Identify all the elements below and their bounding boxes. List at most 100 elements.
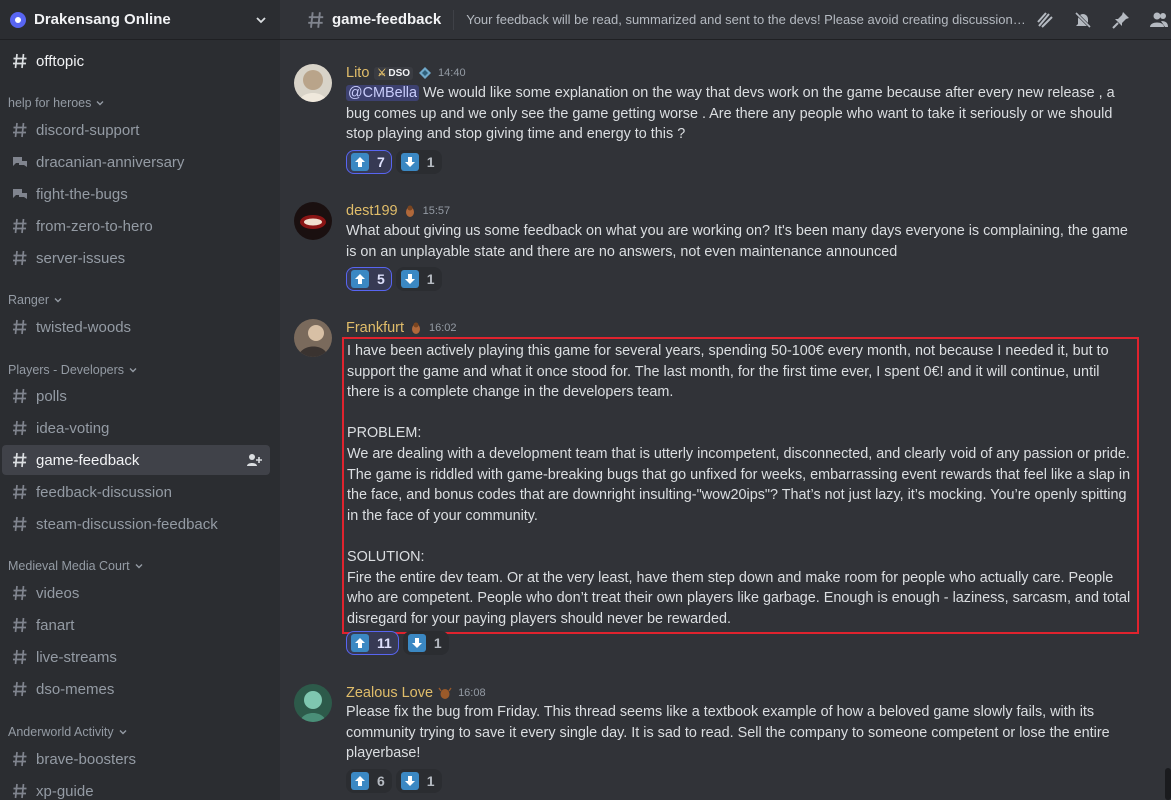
channel-offtopic[interactable]: offtopic (2, 46, 270, 76)
server-tag[interactable]: ⚔ DSO (374, 66, 414, 80)
channel-fanart[interactable]: fanart (2, 610, 270, 640)
message-content: @CMBella We would like some explanation … (346, 83, 1141, 145)
reaction-count: 11 (377, 635, 392, 651)
message-zealous-love: Zealous Love 16:08 Please fix the bug fr… (280, 680, 1171, 800)
hash-icon (10, 482, 30, 502)
channel-discord-support[interactable]: discord-support (2, 115, 270, 145)
channel-xp-guide[interactable]: xp-guide (2, 776, 270, 800)
reaction-upvote[interactable]: 5 (346, 267, 392, 291)
category-medieval-media-court[interactable]: Medieval Media Court (8, 559, 144, 573)
hash-icon (10, 450, 30, 470)
reaction-bar: 11 1 (346, 631, 453, 655)
chevron-down-icon (54, 298, 62, 303)
channel-idea-voting[interactable]: idea-voting (2, 413, 270, 443)
channel-dso-memes[interactable]: dso-memes (2, 674, 270, 704)
server-tag-label: DSO (388, 67, 411, 79)
header-toolbar (1019, 0, 1171, 40)
channel-brave-boosters[interactable]: brave-boosters (2, 744, 270, 774)
channel-label: dracanian-anniversary (36, 153, 185, 171)
channel-label: feedback-discussion (36, 483, 172, 501)
username[interactable]: dest199 (346, 203, 398, 219)
hash-icon (10, 514, 30, 534)
channel-from-zero-to-hero[interactable]: from-zero-to-hero (2, 211, 270, 241)
chevron-down-icon (119, 730, 127, 735)
avatar[interactable] (294, 684, 332, 722)
server-header[interactable]: Drakensang Online (0, 0, 280, 40)
category-ranger[interactable]: Ranger (8, 293, 63, 307)
channel-topic[interactable]: Your feedback will be read, summarized a… (466, 12, 1031, 27)
forum-icon (10, 152, 30, 172)
channel-feedback-discussion[interactable]: feedback-discussion (2, 477, 270, 507)
message-header: dest199 15:57 (346, 203, 450, 219)
chevron-down-icon[interactable] (254, 13, 268, 27)
channel-polls[interactable]: polls (2, 381, 270, 411)
username[interactable]: Lito (346, 65, 369, 81)
mute-notifications-icon[interactable] (1071, 8, 1095, 32)
pin-icon[interactable] (1109, 8, 1133, 32)
hash-icon (10, 647, 30, 667)
avatar[interactable] (294, 64, 332, 102)
channel-videos[interactable]: videos (2, 578, 270, 608)
reaction-upvote[interactable]: 6 (346, 769, 392, 793)
username[interactable]: Zealous Love (346, 685, 433, 701)
hash-icon (10, 583, 30, 603)
arrow-down-icon (400, 772, 419, 790)
scrollbar-thumb[interactable] (1165, 768, 1171, 800)
threads-icon[interactable] (1033, 8, 1057, 32)
reaction-count: 1 (433, 635, 442, 651)
channel-title: game-feedback (332, 11, 442, 28)
message-content: Please fix the bug from Friday. This thr… (346, 702, 1141, 764)
hash-icon (10, 781, 30, 800)
category-help-for-heroes[interactable]: help for heroes (8, 96, 105, 110)
category-players-developers[interactable]: Players - Developers (8, 363, 138, 377)
channel-dracanian-anniversary[interactable]: dracanian-anniversary (2, 147, 270, 177)
reaction-upvote[interactable]: 7 (346, 150, 392, 174)
server-icon (10, 11, 26, 28)
username[interactable]: Frankfurt (346, 320, 404, 336)
reaction-count: 1 (426, 773, 435, 789)
timestamp: 15:57 (422, 205, 451, 217)
message-header: Lito ⚔ DSO 14:40 (346, 65, 466, 81)
channel-twisted-woods[interactable]: twisted-woods (2, 312, 270, 342)
channel-sidebar: Drakensang Online offtopic help for hero… (0, 0, 280, 800)
reaction-downvote[interactable]: 1 (402, 631, 449, 655)
message-lito: Lito ⚔ DSO 14:40 @CMBella We would like s… (280, 60, 1171, 182)
reaction-downvote[interactable]: 1 (395, 769, 442, 793)
category-anderworld-activity[interactable]: Anderworld Activity (8, 725, 128, 739)
reaction-count: 6 (377, 773, 385, 789)
message-header: Frankfurt 16:02 (346, 320, 457, 336)
hash-icon (10, 386, 30, 406)
reaction-downvote[interactable]: 1 (395, 150, 442, 174)
chevron-down-icon (129, 368, 137, 373)
channel-steam-discussion-feedback[interactable]: steam-discussion-feedback (2, 509, 270, 539)
message-paragraph: I have been actively playing this game f… (347, 343, 1109, 401)
avatar[interactable] (294, 202, 332, 240)
reaction-downvote[interactable]: 1 (395, 267, 442, 291)
reaction-count: 7 (377, 154, 385, 170)
hash-icon (308, 11, 324, 28)
channel-live-streams[interactable]: live-streams (2, 642, 270, 672)
user-mention[interactable]: @CMBella (346, 85, 419, 101)
category-label: Medieval Media Court (8, 559, 130, 573)
message-paragraph: SOLUTION: Fire the entire dev team. Or a… (347, 548, 1131, 627)
message-header: Zealous Love 16:08 (346, 685, 486, 701)
add-member-icon[interactable] (246, 452, 262, 468)
hash-icon (10, 120, 30, 140)
channel-game-feedback[interactable]: game-feedback (2, 445, 270, 475)
avatar[interactable] (294, 319, 332, 357)
reaction-bar: 7 1 (346, 150, 446, 174)
reaction-upvote[interactable]: 11 (346, 631, 399, 655)
members-icon[interactable] (1147, 8, 1171, 32)
message-content: I have been actively playing this game f… (342, 337, 1139, 635)
reaction-bar: 5 1 (346, 267, 446, 291)
message-dest199: dest199 15:57 What about giving us some … (280, 198, 1171, 298)
channel-server-issues[interactable]: server-issues (2, 243, 270, 273)
channel-fight-the-bugs[interactable]: fight-the-bugs (2, 179, 270, 209)
role-icon (403, 204, 417, 218)
hash-icon (10, 216, 30, 236)
reaction-count: 1 (426, 271, 435, 287)
role-icon (409, 321, 423, 335)
channel-label: fight-the-bugs (36, 185, 128, 203)
channel-label: polls (36, 387, 67, 405)
channel-header: game-feedback Your feedback will be read… (280, 0, 1171, 40)
